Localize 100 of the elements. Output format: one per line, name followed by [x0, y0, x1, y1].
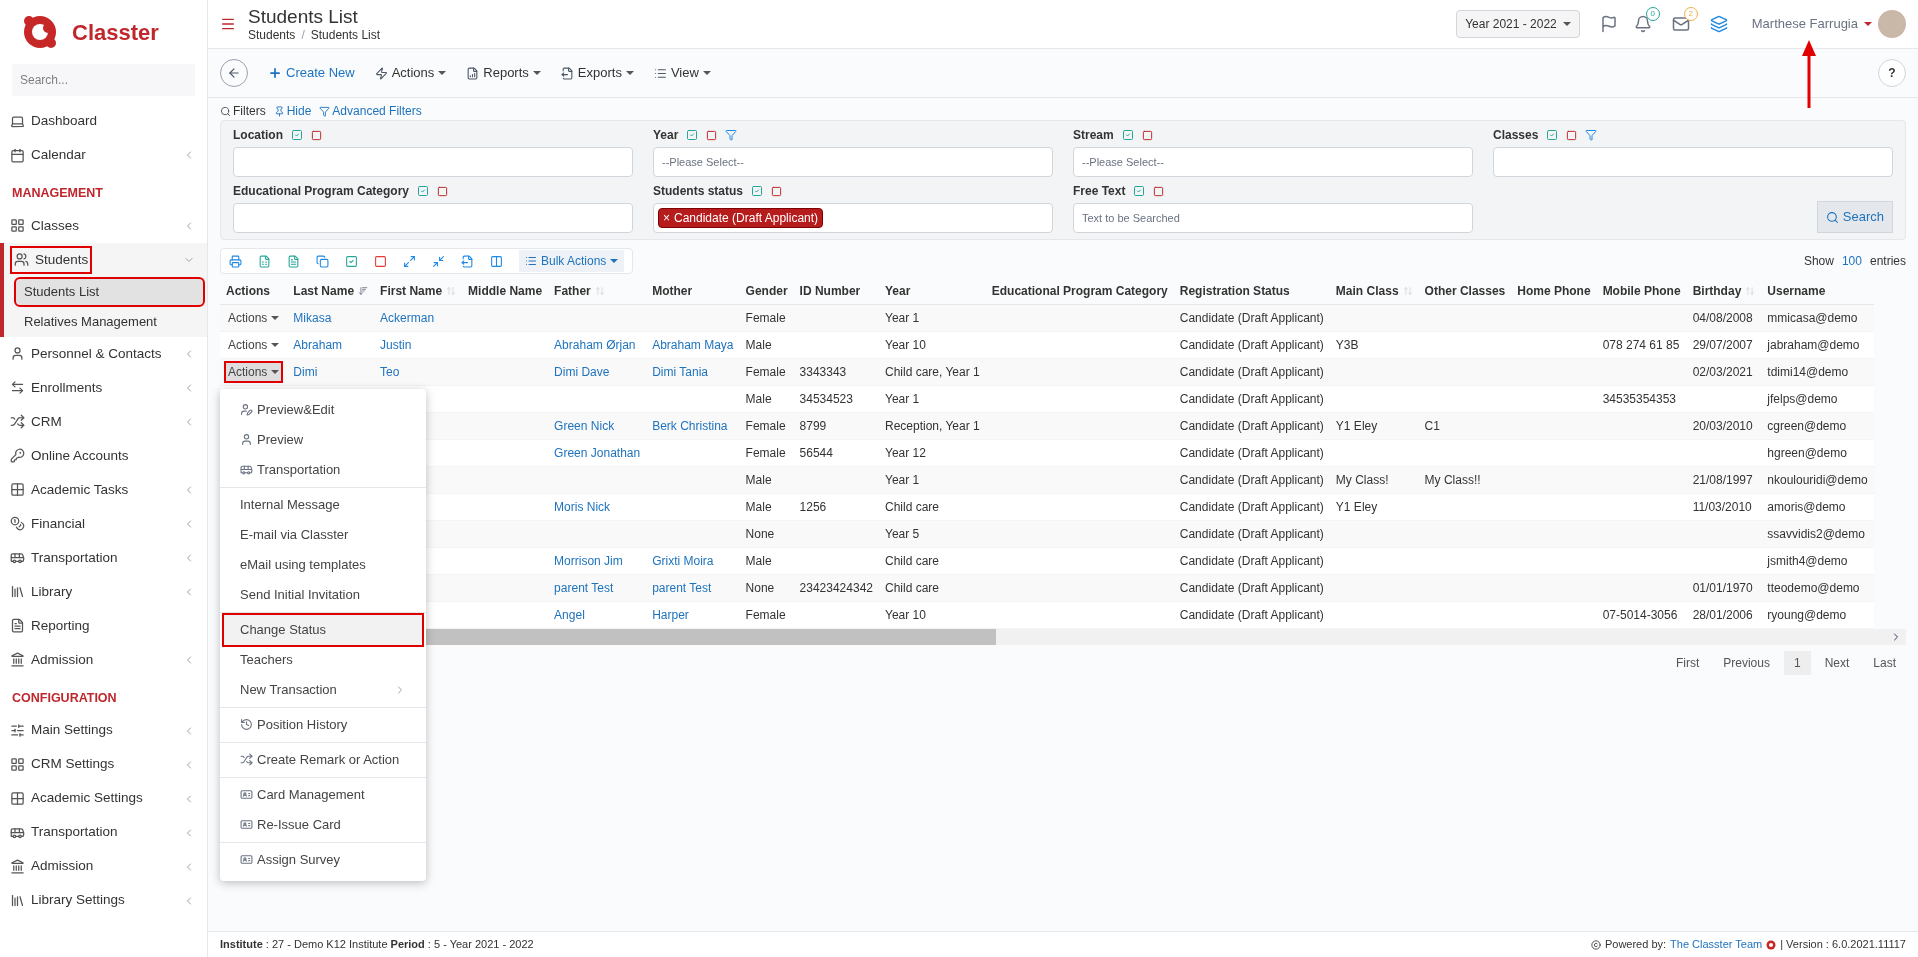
sidebar-item[interactable]: Dashboard	[0, 104, 207, 138]
filter-field[interactable]: Text to be Searched	[1073, 203, 1473, 233]
sort-icon[interactable]	[358, 285, 369, 296]
mail-icon[interactable]	[1671, 15, 1690, 33]
pagination-button[interactable]: Last	[1863, 650, 1906, 675]
pagination-button[interactable]: 1	[1783, 650, 1811, 675]
toolbar-menu[interactable]: Actions	[374, 63, 447, 83]
row-actions-button[interactable]: Actions	[226, 335, 282, 354]
name-link[interactable]: Berk Christina	[652, 418, 728, 433]
layers-icon[interactable]	[1709, 15, 1728, 33]
name-link[interactable]: Green Jonathan	[554, 445, 641, 460]
sidebar-item[interactable]: Enrollments	[0, 370, 207, 405]
menu-item[interactable]: Teachers	[224, 644, 422, 675]
menu-item[interactable]: Internal Message	[224, 489, 422, 520]
square-icon[interactable]	[1153, 185, 1165, 197]
sidebar-item[interactable]: Admission	[0, 849, 207, 884]
check-square-icon[interactable]	[1546, 129, 1559, 141]
name-link[interactable]: Teo	[380, 364, 400, 379]
filter-icon[interactable]	[725, 129, 738, 141]
bulk-actions-button[interactable]: Bulk Actions	[519, 250, 625, 272]
toolbar-menu[interactable]: Reports	[466, 63, 541, 83]
square-icon[interactable]	[1566, 129, 1578, 141]
sidebar-item[interactable]: Academic Tasks	[0, 472, 207, 507]
check-square-icon[interactable]	[345, 254, 358, 268]
menu-item[interactable]: Change Status	[224, 614, 422, 645]
sidebar-item[interactable]: Calendar	[0, 138, 207, 172]
row-actions-button[interactable]: Actions	[226, 308, 282, 327]
sidebar-item[interactable]: Library Settings	[0, 883, 207, 918]
sidebar-subitem[interactable]: Students List	[16, 278, 203, 305]
sidebar-item[interactable]: Personnel & Contacts	[0, 336, 207, 371]
search-field[interactable]: Search...	[12, 64, 195, 96]
menu-item[interactable]: Re-Issue Card	[224, 809, 422, 840]
pagination-button[interactable]: First	[1665, 650, 1710, 675]
hide-filters-link[interactable]: Hide	[273, 102, 312, 120]
column-header[interactable]: Main Class	[1329, 278, 1419, 304]
sidebar-item[interactable]: Transportation	[0, 540, 207, 575]
printer-icon[interactable]	[229, 254, 242, 268]
square-icon[interactable]	[771, 185, 782, 197]
square-icon[interactable]	[311, 129, 322, 141]
menu-item[interactable]: Send Initial Invitation	[224, 579, 422, 610]
menu-item[interactable]: E-mail via Classter	[224, 519, 422, 550]
toolbar-menu[interactable]: Exports	[560, 63, 634, 83]
name-link[interactable]: Harper	[652, 607, 689, 622]
sidebar-item[interactable]: Admission	[0, 642, 207, 677]
status-tag[interactable]: × Candidate (Draft Applicant)	[658, 208, 824, 228]
square-icon[interactable]	[437, 185, 449, 197]
pagination-button[interactable]: Previous	[1713, 650, 1780, 675]
name-link[interactable]: Mikasa	[293, 310, 332, 325]
sidebar-item[interactable]: Online Accounts	[0, 438, 207, 473]
square-icon[interactable]	[374, 254, 387, 268]
advanced-filters-link[interactable]: Advanced Filters	[319, 102, 422, 120]
square-icon[interactable]	[706, 129, 718, 141]
flag-icon[interactable]	[1599, 15, 1618, 33]
name-link[interactable]: Dimi Dave	[554, 364, 610, 379]
menu-item[interactable]: Assign Survey	[224, 844, 422, 875]
square-icon[interactable]	[1141, 129, 1153, 141]
name-link[interactable]: Green Nick	[554, 418, 615, 433]
team-link[interactable]: The Classter Team	[1670, 936, 1763, 953]
name-link[interactable]: Dimi	[293, 364, 318, 379]
check-square-icon[interactable]	[751, 185, 763, 197]
check-square-icon[interactable]	[686, 129, 699, 141]
check-square-icon[interactable]	[417, 185, 430, 197]
sidebar-item[interactable]: Reporting	[0, 608, 207, 643]
name-link[interactable]: Angel	[554, 607, 585, 622]
tag-input-field[interactable]: × Candidate (Draft Applicant)	[653, 203, 1053, 233]
sidebar-item[interactable]: Classes	[0, 208, 207, 243]
menu-item[interactable]: eMail using templates	[224, 549, 422, 580]
export-icon[interactable]	[461, 254, 474, 268]
name-link[interactable]: Dimi Tania	[652, 364, 708, 379]
sidebar-item[interactable]: Transportation	[0, 815, 207, 850]
year-select[interactable]: Year 2021 - 2022	[1456, 10, 1580, 38]
name-link[interactable]: Morrison Jim	[554, 553, 623, 568]
column-header[interactable]: First Name	[374, 278, 463, 304]
avatar[interactable]	[1878, 10, 1906, 38]
filter-field[interactable]	[233, 203, 633, 233]
menu-item[interactable]: Position History	[224, 709, 422, 740]
sidebar-item[interactable]: Library	[0, 574, 207, 609]
check-square-icon[interactable]	[1133, 185, 1146, 197]
sidebar-item[interactable]: Main Settings	[0, 713, 207, 748]
columns-icon[interactable]	[490, 254, 503, 268]
name-link[interactable]: Ackerman	[380, 310, 435, 325]
bell-icon[interactable]	[1633, 15, 1652, 33]
filter-icon[interactable]	[1585, 129, 1598, 141]
name-link[interactable]: Grixti Moira	[652, 553, 714, 568]
copy-icon[interactable]	[316, 254, 329, 268]
menu-icon[interactable]	[220, 16, 236, 32]
name-link[interactable]: Abraham Maya	[652, 337, 734, 352]
column-header[interactable]: Father	[548, 278, 647, 304]
menu-item[interactable]: Card Management	[224, 779, 422, 810]
filter-field[interactable]: --Please Select--	[653, 147, 1053, 177]
name-link[interactable]: Abraham Ørjan	[554, 337, 636, 352]
page-size-select[interactable]: 100	[1841, 252, 1862, 270]
name-link[interactable]: Moris Nick	[554, 499, 611, 514]
expand-icon[interactable]	[403, 254, 416, 268]
pagination-button[interactable]: Next	[1814, 650, 1860, 675]
menu-item[interactable]: Create Remark or Action	[224, 744, 422, 775]
check-square-icon[interactable]	[1121, 129, 1134, 141]
spreadsheet-icon[interactable]	[258, 254, 271, 268]
help-button[interactable]: ?	[1878, 59, 1906, 87]
sidebar-item[interactable]: CRM Settings	[0, 747, 207, 782]
